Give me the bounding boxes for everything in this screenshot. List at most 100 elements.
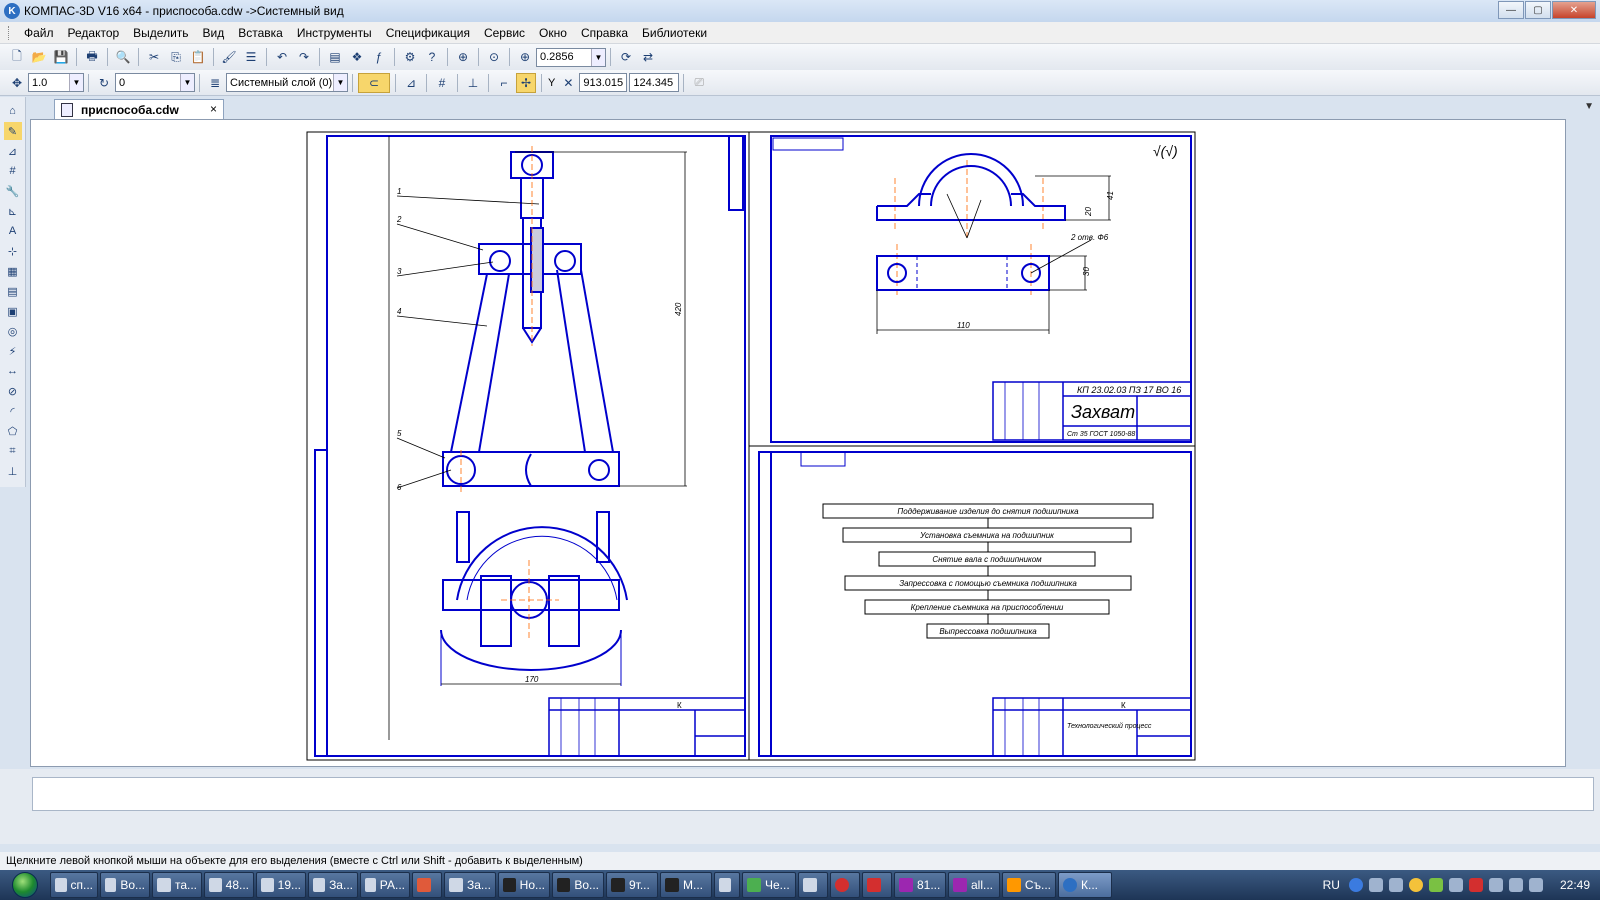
dimensions-icon[interactable]: ⊿ [4,142,22,160]
measure-icon[interactable]: ⊹ [4,242,22,260]
layers-icon[interactable]: ≣ [205,73,225,93]
parametrization-icon[interactable]: ⊾ [4,202,22,220]
variables-fx-icon[interactable]: ƒ [369,47,389,67]
angle-field[interactable]: 0 ▼ [115,73,195,92]
coord-y-field[interactable]: 124.345 [629,73,680,92]
zoom-all-icon[interactable]: ⊙ [484,47,504,67]
close-tab-icon[interactable]: × [210,102,217,116]
network-icon[interactable] [1448,878,1463,892]
menu-window[interactable]: Окно [532,26,574,40]
taskbar-button[interactable] [830,872,860,898]
circle-tool-icon[interactable]: ⊘ [4,382,22,400]
open-folder-icon[interactable]: 📂 [29,47,49,67]
copy-icon[interactable]: ⎘ [166,47,186,67]
help-icon[interactable] [1348,878,1363,892]
clock[interactable]: 22:49 [1560,878,1590,892]
spec-icon[interactable]: ▤ [4,282,22,300]
frame-tool-icon[interactable]: ⌗ [4,442,22,460]
taskbar-button-kompas[interactable]: К... [1058,872,1112,898]
maximize-button[interactable]: ▢ [1525,1,1551,19]
minimize-button[interactable]: — [1498,1,1524,19]
snap-toggle-icon[interactable]: ✢ [516,72,536,93]
usb-icon[interactable] [1388,878,1403,892]
library-manager-icon[interactable]: ❖ [347,47,367,67]
taskbar-button[interactable]: РА... [360,872,410,898]
properties-icon[interactable]: ☰ [241,47,261,67]
app-tray-icon[interactable] [1408,878,1423,892]
zoom-window-icon[interactable]: ⊕ [453,47,473,67]
shortcut-icon[interactable]: ⚙ [400,47,420,67]
taskbar-button[interactable]: Но... [498,872,550,898]
language-indicator[interactable]: RU [1323,878,1340,892]
designations-icon[interactable]: A [4,222,22,240]
insert-icon[interactable]: ◎ [4,322,22,340]
menu-edit[interactable]: Редактор [61,26,127,40]
hatch-icon[interactable]: # [4,162,22,180]
step-field[interactable]: 1.0 ▼ [28,73,84,92]
edit-icon[interactable]: 🔧 [4,182,22,200]
paste-icon[interactable]: 📋 [188,47,208,67]
nvidia-icon[interactable] [1428,878,1443,892]
taskbar-button[interactable] [862,872,892,898]
taskbar-button[interactable]: За... [308,872,358,898]
zoom-in-icon[interactable]: ⊕ [515,47,535,67]
taskbar-button[interactable]: 48... [204,872,254,898]
coord-x-field[interactable]: 913.015 [579,73,628,92]
new-document-icon[interactable]: 🗋 [7,47,27,67]
flag-icon[interactable] [1368,878,1383,892]
reports-icon[interactable]: ▣ [4,302,22,320]
layer-select[interactable]: Системный слой (0) ▼ [226,73,348,92]
power-icon[interactable] [1488,878,1503,892]
taskbar-button[interactable] [798,872,828,898]
cut-icon[interactable]: ✂ [144,47,164,67]
chevron-down-icon[interactable]: ▼ [180,74,194,91]
print-icon[interactable]: 🖶 [82,47,102,67]
polygon-tool-icon[interactable]: ⬠ [4,422,22,440]
taskbar-button[interactable] [714,872,740,898]
volume-icon[interactable] [1508,878,1523,892]
undo-icon[interactable]: ↶ [272,47,292,67]
redo-icon[interactable]: ↷ [294,47,314,67]
help-pointer-icon[interactable]: ? [422,47,442,67]
refresh-view-icon[interactable]: ⟳ [616,47,636,67]
ortho-icon[interactable]: ⊿ [401,73,421,93]
save-icon[interactable]: 💾 [51,47,71,67]
taskbar-button[interactable]: Во... [100,872,150,898]
menu-help[interactable]: Справка [574,26,635,40]
taskbar-button[interactable]: Во... [552,872,604,898]
menu-service[interactable]: Сервис [477,26,532,40]
start-button[interactable] [0,870,50,900]
snap-magnet-icon[interactable]: ⊂ [358,72,390,93]
taskbar-button[interactable]: all... [948,872,1000,898]
menu-view[interactable]: Вид [196,26,232,40]
close-button[interactable]: ✕ [1552,1,1596,19]
signal-icon[interactable] [1528,878,1543,892]
print-preview-icon[interactable]: 🔍 [113,47,133,67]
zoom-scale-field[interactable]: 0.2856 ▼ [536,47,606,67]
manager-icon[interactable]: ▤ [325,47,345,67]
drawing-canvas[interactable]: К КП 23.02.03 ПЗ 17 ВО 16 Захват Ст 35 Г… [30,119,1566,767]
chevron-down-icon[interactable]: ▼ [69,74,83,91]
taskbar-button[interactable] [412,872,442,898]
menu-libraries[interactable]: Библиотеки [635,26,714,40]
taskbar-button[interactable]: М... [660,872,712,898]
auxiliary-icon[interactable]: ⚡ [4,342,22,360]
antivirus-icon[interactable] [1468,878,1483,892]
chevron-down-icon[interactable]: ▼ [591,48,605,66]
taskbar-button[interactable]: 81... [894,872,946,898]
document-tab[interactable]: приспособа.cdw × [54,99,224,119]
pointer-icon[interactable]: ✎ [3,122,22,140]
menu-insert[interactable]: Вставка [231,26,290,40]
arc-tool-icon[interactable]: ◜ [4,402,22,420]
chevron-down-icon[interactable]: ▼ [1584,101,1594,112]
menu-tools[interactable]: Инструменты [290,26,379,40]
geometry-icon[interactable]: ⌂ [4,102,22,120]
taskbar-button[interactable]: та... [152,872,202,898]
taskbar-button[interactable]: сп... [50,872,98,898]
grid-icon[interactable]: # [432,73,452,93]
format-brush-icon[interactable]: 🖌 [219,47,239,67]
chevron-down-icon[interactable]: ▼ [333,74,347,91]
grid-step-icon[interactable]: ✥ [7,73,27,93]
disabled-tool-icon[interactable]: ⎚ [689,73,709,93]
angle-icon[interactable]: ↻ [94,73,114,93]
